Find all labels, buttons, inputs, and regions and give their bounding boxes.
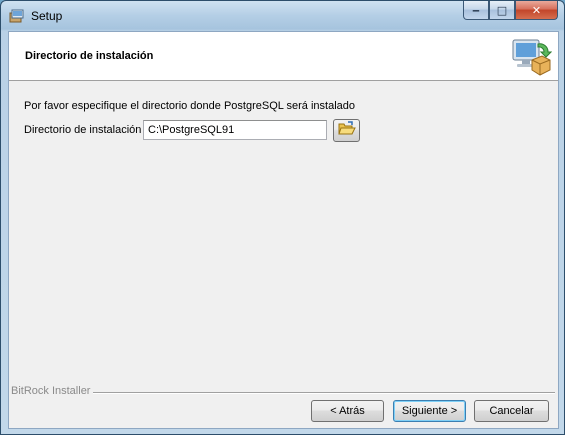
dialog-body: Directorio de instalación Por favor espe… xyxy=(8,31,559,429)
window-title: Setup xyxy=(31,9,63,23)
page-title: Directorio de instalación xyxy=(25,50,154,62)
browse-button[interactable] xyxy=(333,119,360,142)
maximize-button[interactable]: □ xyxy=(489,1,515,20)
close-button[interactable]: ✕ xyxy=(515,1,558,20)
folder-open-icon xyxy=(337,121,356,140)
computer-install-icon xyxy=(510,36,553,78)
setup-box-icon xyxy=(9,8,25,24)
cancel-button[interactable]: Cancelar xyxy=(474,400,549,422)
instruction-text: Por favor especifique el directorio dond… xyxy=(24,100,356,112)
minimize-button[interactable]: ‒ xyxy=(463,1,489,20)
footer-separator xyxy=(91,392,555,394)
installer-brand-label: BitRock Installer xyxy=(11,385,94,397)
setup-window: Setup ‒ □ ✕ Directorio de instalación Po… xyxy=(0,0,565,435)
install-dir-input[interactable] xyxy=(143,120,327,140)
page-header: Directorio de instalación xyxy=(9,32,558,81)
next-button[interactable]: Siguiente > xyxy=(393,400,466,422)
window-controls: ‒ □ ✕ xyxy=(463,1,558,21)
install-dir-label: Directorio de instalación xyxy=(24,124,142,136)
back-button[interactable]: < Atrás xyxy=(311,400,384,422)
title-bar[interactable]: Setup ‒ □ ✕ xyxy=(1,1,564,31)
